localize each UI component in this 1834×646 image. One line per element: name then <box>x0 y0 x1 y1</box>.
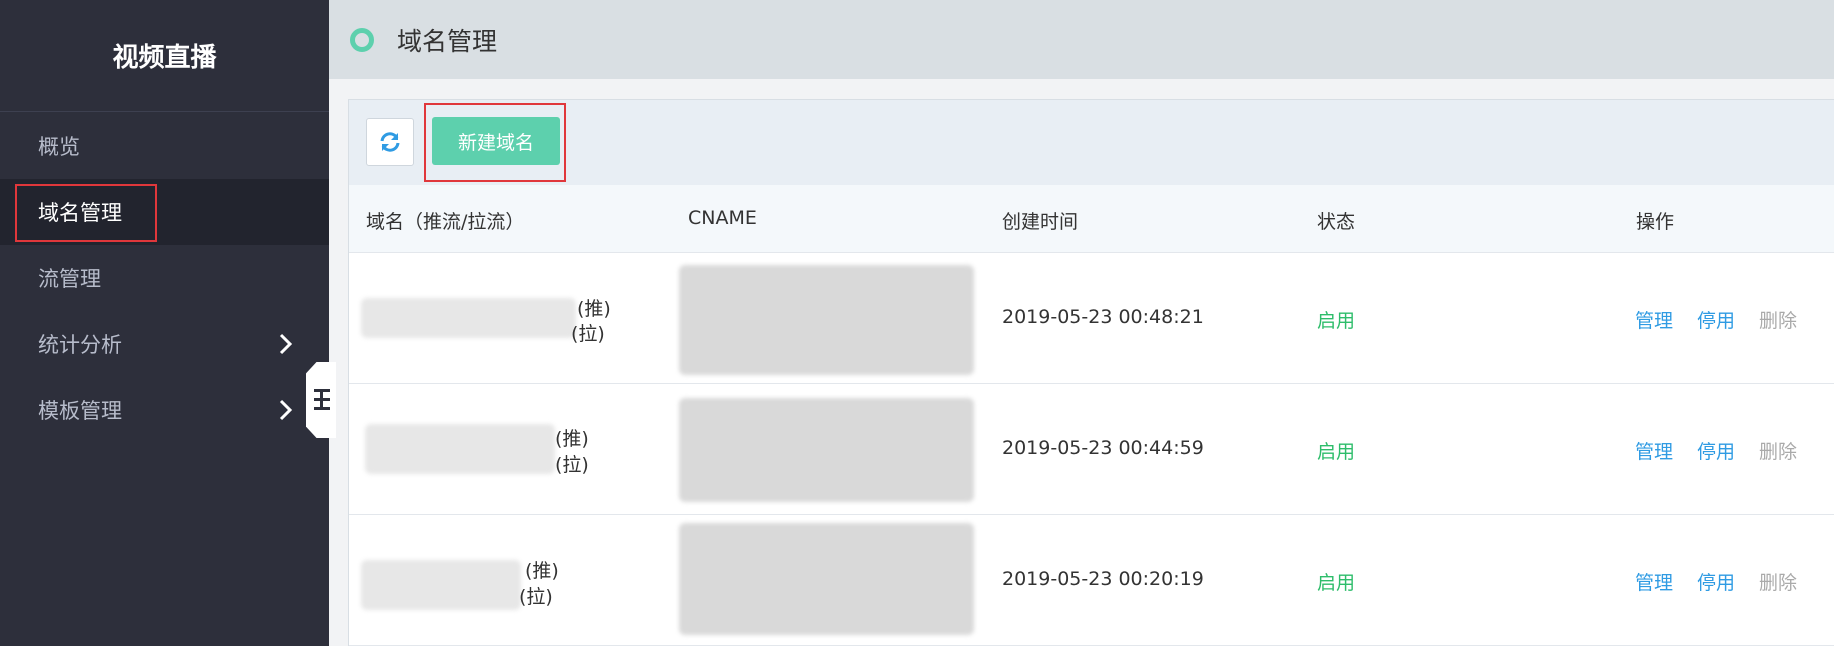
sidebar-menu: 概览 域名管理 流管理 统计分析 模板管理 <box>0 113 329 443</box>
table-row: (推) (拉) 2019-05-23 00:44:59 启用 管理 停用 删除 <box>349 384 1834 515</box>
chevron-right-icon <box>279 333 293 355</box>
sidebar-item-templates[interactable]: 模板管理 <box>0 377 329 443</box>
created-time: 2019-05-23 00:20:19 <box>1002 568 1204 590</box>
sidebar-item-label: 概览 <box>38 135 80 159</box>
page-header: 域名管理 <box>329 0 1834 79</box>
status-badge: 启用 <box>1317 441 1356 463</box>
column-header-cname: CNAME <box>688 207 757 229</box>
manage-link[interactable]: 管理 <box>1635 437 1673 464</box>
domain-panel: 新建域名 域名（推流/拉流） CNAME 创建时间 状态 操作 (推) (拉) … <box>348 99 1834 646</box>
delete-link[interactable]: 删除 <box>1759 568 1797 595</box>
disable-link[interactable]: 停用 <box>1697 306 1735 333</box>
disable-link[interactable]: 停用 <box>1697 568 1735 595</box>
sidebar-item-statistics[interactable]: 统计分析 <box>0 311 329 377</box>
status-badge: 启用 <box>1317 310 1356 332</box>
redacted-domain <box>361 298 576 338</box>
sidebar-item-label: 流管理 <box>38 267 101 291</box>
push-label: (推) <box>577 298 611 320</box>
status-badge: 启用 <box>1317 572 1356 594</box>
push-label: (推) <box>525 560 559 582</box>
created-time: 2019-05-23 00:48:21 <box>1002 306 1204 328</box>
new-domain-button[interactable]: 新建域名 <box>432 117 560 165</box>
push-label: (推) <box>555 428 589 450</box>
redacted-cname <box>679 265 974 375</box>
table-header: 域名（推流/拉流） CNAME 创建时间 状态 操作 <box>349 185 1834 253</box>
app-brand: 视频直播 <box>0 0 329 112</box>
created-time: 2019-05-23 00:44:59 <box>1002 437 1204 459</box>
sidebar-item-label: 域名管理 <box>38 201 122 225</box>
delete-link[interactable]: 删除 <box>1759 437 1797 464</box>
disable-link[interactable]: 停用 <box>1697 437 1735 464</box>
sidebar-item-label: 统计分析 <box>38 333 122 357</box>
manage-link[interactable]: 管理 <box>1635 306 1673 333</box>
sidebar-item-label: 模板管理 <box>38 399 122 423</box>
delete-link[interactable]: 删除 <box>1759 306 1797 333</box>
table-row: (推) (拉) 2019-05-23 00:48:21 启用 管理 停用 删除 <box>349 253 1834 384</box>
redacted-domain <box>361 560 521 610</box>
main-content: 域名管理 新建域名 域名（推流/拉流） CNAME 创建时间 状态 操作 (推)… <box>329 0 1834 646</box>
redacted-cname <box>679 398 974 502</box>
refresh-button[interactable] <box>366 118 414 166</box>
sidebar-item-domain-management[interactable]: 域名管理 <box>0 179 329 245</box>
sidebar-item-stream-management[interactable]: 流管理 <box>0 245 329 311</box>
toolbar: 新建域名 <box>349 100 1834 186</box>
column-header-actions: 操作 <box>1636 211 1675 233</box>
pull-label: (拉) <box>571 323 605 345</box>
chevron-right-icon <box>279 399 293 421</box>
column-header-domain: 域名（推流/拉流） <box>366 211 525 233</box>
sidebar: 视频直播 概览 域名管理 流管理 统计分析 模板管理 <box>0 0 329 646</box>
column-header-status: 状态 <box>1317 211 1356 233</box>
redacted-domain <box>365 424 555 474</box>
refresh-icon <box>380 132 400 152</box>
title-ring-icon <box>350 27 374 52</box>
pull-label: (拉) <box>519 586 553 608</box>
manage-link[interactable]: 管理 <box>1635 568 1673 595</box>
sidebar-item-overview[interactable]: 概览 <box>0 113 329 179</box>
column-header-created: 创建时间 <box>1002 211 1079 233</box>
page-title: 域名管理 <box>397 26 498 56</box>
pull-label: (拉) <box>555 454 589 476</box>
table-row: (推) (拉) 2019-05-23 00:20:19 启用 管理 停用 删除 <box>349 515 1834 646</box>
redacted-cname <box>679 523 974 635</box>
